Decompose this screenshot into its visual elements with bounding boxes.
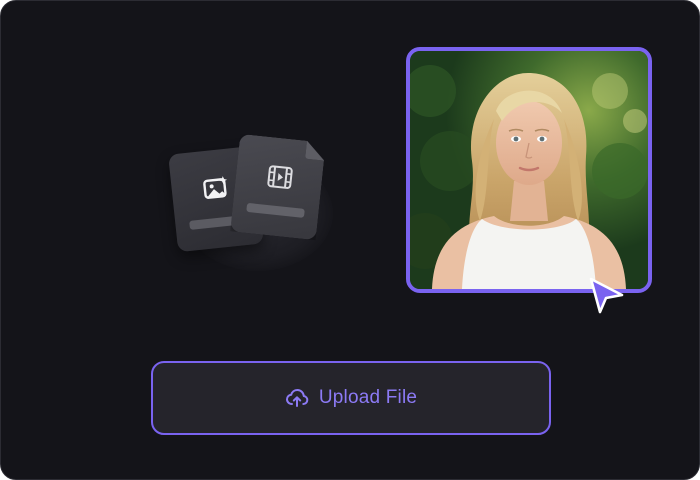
cloud-upload-icon (285, 389, 309, 407)
video-file-card (230, 134, 326, 240)
video-card-bar (246, 203, 305, 218)
upload-file-button[interactable]: Upload File (151, 361, 551, 435)
image-sparkle-icon (203, 176, 228, 199)
video-file-icon (266, 163, 295, 192)
page-fold (305, 141, 326, 161)
pointer-cursor-icon (589, 277, 624, 314)
file-types-illustration (161, 126, 351, 276)
upload-button-label: Upload File (318, 387, 418, 408)
upload-panel: Upload File (0, 0, 700, 480)
portrait-photo (406, 47, 652, 293)
portrait-image (410, 51, 648, 289)
